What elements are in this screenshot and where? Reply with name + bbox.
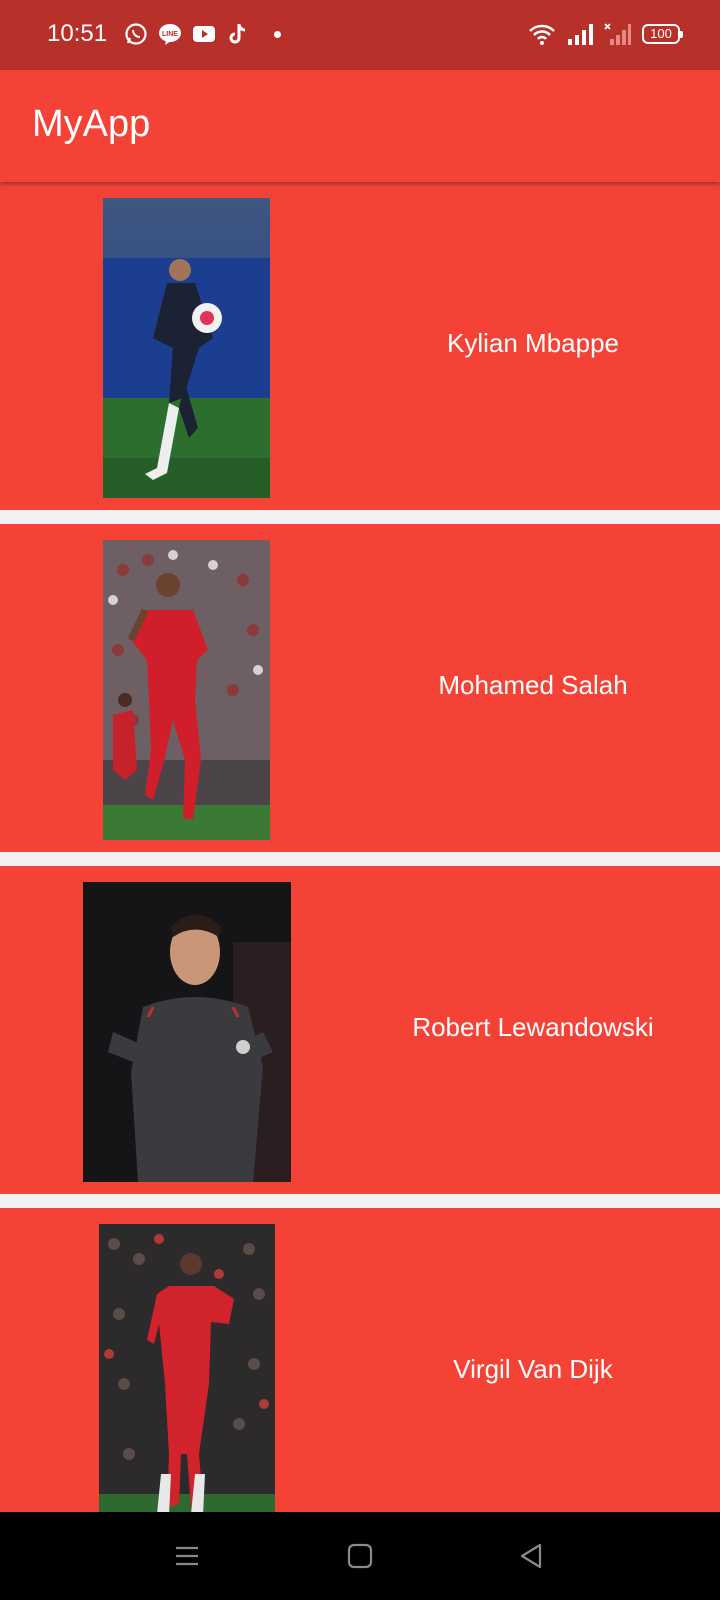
svg-text:LINE: LINE (162, 31, 178, 38)
app-title: MyApp (32, 103, 151, 145)
status-time: 10:51 (47, 20, 108, 47)
notification-dot-icon (274, 30, 281, 38)
back-icon[interactable] (513, 1538, 549, 1574)
tiktok-icon (226, 22, 250, 46)
notification-icons: LINE (124, 22, 281, 46)
signal-x-icon (604, 22, 631, 46)
player-name: Robert Lewandowski (412, 1012, 654, 1042)
home-icon[interactable] (342, 1538, 378, 1574)
player-photo (103, 540, 270, 840)
player-name: Mohamed Salah (438, 670, 628, 700)
system-icons: 100 (528, 22, 683, 46)
player-card[interactable]: Mohamed Salah (0, 524, 720, 852)
status-bar: 10:51 LINE 100 (0, 0, 720, 70)
wifi-icon (528, 22, 555, 46)
whatsapp-icon (124, 22, 148, 46)
player-photo (99, 1224, 275, 1524)
player-card[interactable]: Robert Lewandowski (0, 866, 720, 1194)
player-photo (103, 198, 270, 498)
nav-bar (0, 1512, 720, 1600)
player-name: Virgil Van Dijk (453, 1354, 613, 1384)
screen: 10:51 LINE 100 MyApp Kylian Mbappe Moham… (0, 0, 720, 1600)
player-card[interactable]: Kylian Mbappe (0, 182, 720, 510)
youtube-icon (192, 22, 216, 46)
app-bar: MyApp (0, 70, 720, 182)
battery-icon: 100 (642, 24, 683, 44)
menu-icon[interactable] (169, 1538, 205, 1574)
signal-icon (566, 22, 593, 46)
player-name: Kylian Mbappe (447, 328, 619, 358)
player-card[interactable]: Virgil Van Dijk (0, 1208, 720, 1536)
line-icon: LINE (158, 22, 182, 46)
player-photo (83, 882, 291, 1182)
